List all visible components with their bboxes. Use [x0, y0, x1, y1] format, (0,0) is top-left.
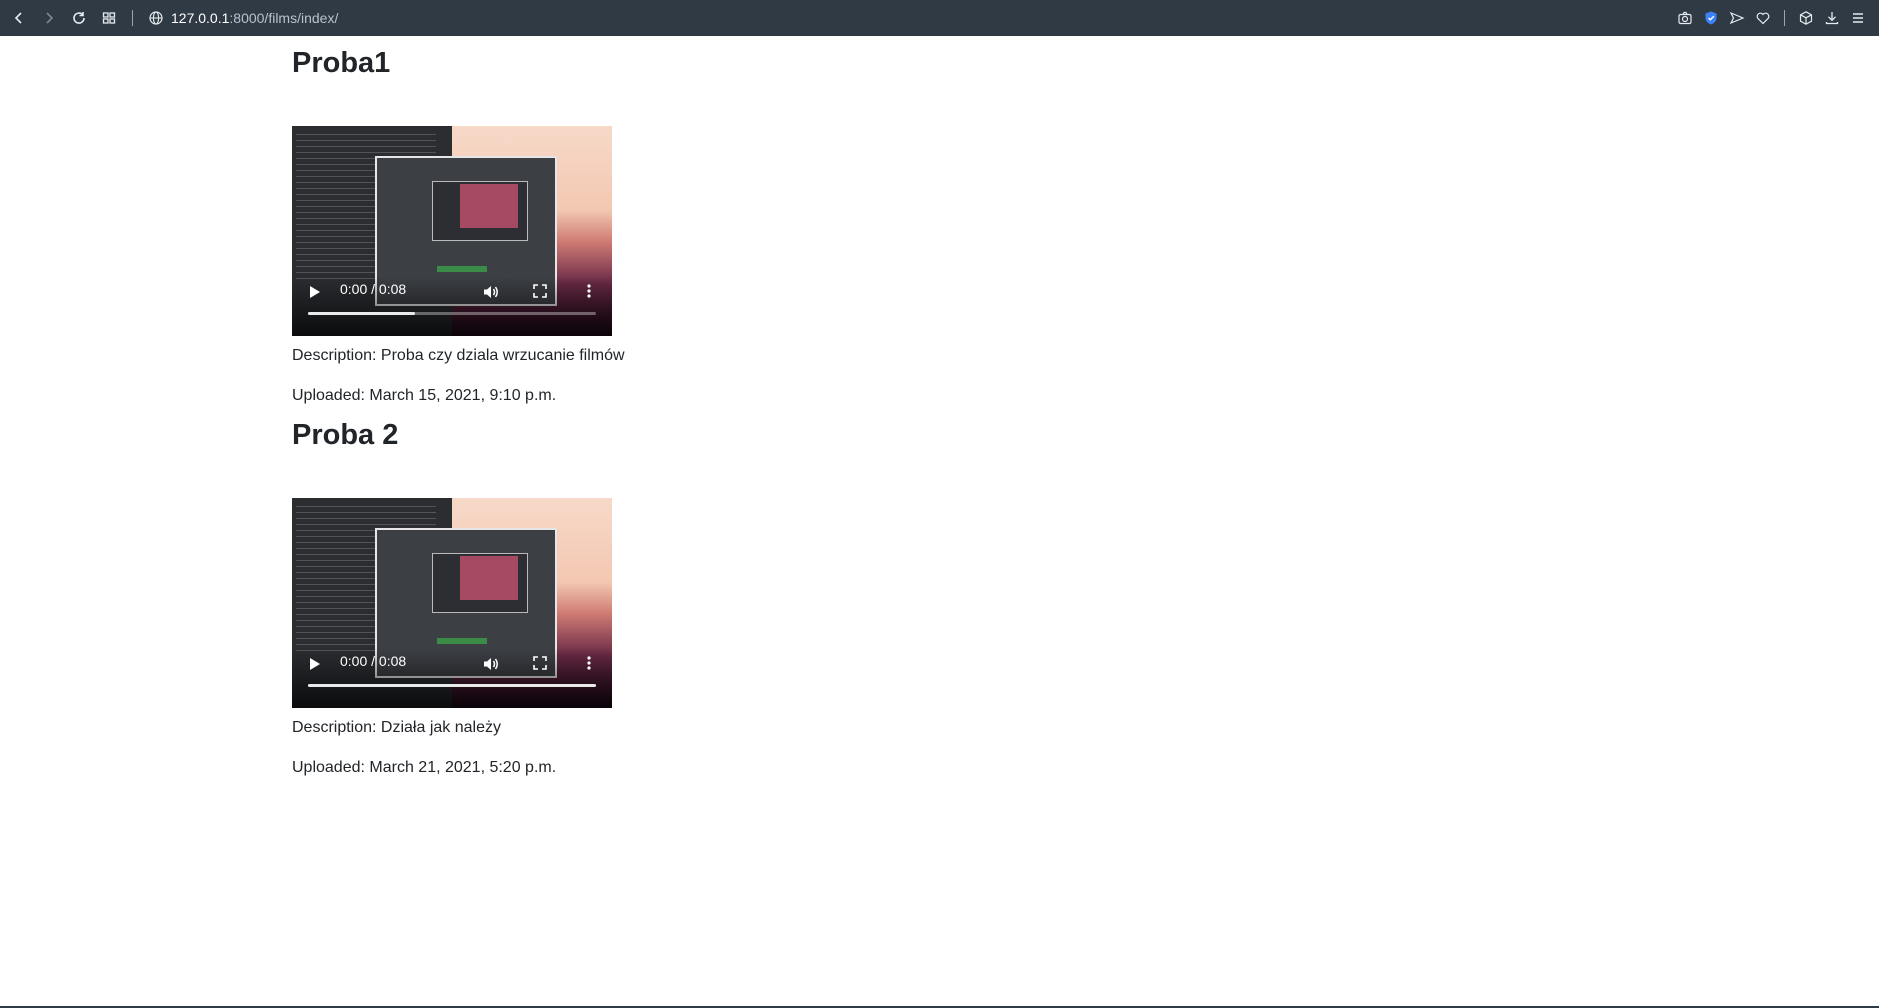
grid-icon	[102, 12, 116, 24]
video-buffered-fill	[308, 684, 596, 687]
back-arrow-icon	[14, 12, 22, 24]
url-path: :8000/films/index/	[229, 10, 339, 26]
back-button[interactable]	[4, 3, 34, 33]
nav-buttons: 127.0.0.1:8000/films/index/	[4, 3, 338, 33]
tabs-grid-button[interactable]	[94, 3, 124, 33]
reload-icon	[73, 12, 85, 24]
forward-arrow-icon	[46, 12, 54, 24]
url-host: 127.0.0.1	[171, 10, 230, 26]
film-description: Description: Proba czy dziala wrzucanie …	[292, 347, 625, 364]
video-progress-bar[interactable]	[308, 312, 596, 315]
play-icon[interactable]	[310, 286, 320, 298]
play-icon[interactable]	[310, 658, 320, 670]
favorites-button[interactable]	[1750, 3, 1776, 33]
camera-icon	[1678, 11, 1692, 25]
send-button[interactable]	[1724, 3, 1750, 33]
address-bar[interactable]: 127.0.0.1:8000/films/index/	[171, 10, 338, 26]
film-uploaded-date: Uploaded: March 15, 2021, 9:10 p.m.	[292, 387, 557, 404]
films-list: Proba1 0:00 / 0:08 Description: Proba cz…	[292, 36, 1392, 780]
fullscreen-icon[interactable]	[532, 655, 548, 671]
more-options-icon[interactable]	[585, 655, 593, 671]
vpn-shield-button[interactable]	[1698, 3, 1724, 33]
more-options-icon[interactable]	[585, 283, 593, 299]
browser-toolbar: 127.0.0.1:8000/films/index/	[0, 0, 1879, 36]
site-info-button[interactable]	[141, 3, 171, 33]
download-icon	[1825, 12, 1839, 25]
screenshot-button[interactable]	[1672, 3, 1698, 33]
video-player[interactable]: 0:00 / 0:08	[292, 498, 612, 708]
film-item: Proba1 0:00 / 0:08 Description: Proba cz…	[292, 46, 1392, 408]
globe-icon	[149, 11, 163, 25]
film-description: Description: Działa jak należy	[292, 719, 501, 736]
video-time: 0:00 / 0:08	[340, 653, 407, 669]
video-frame-window-nested	[460, 184, 518, 228]
film-title: Proba 2	[292, 419, 399, 451]
downloads-button[interactable]	[1819, 3, 1845, 33]
film-title: Proba1	[292, 47, 391, 79]
shield-icon	[1705, 11, 1717, 25]
forward-button[interactable]	[34, 3, 64, 33]
extensions-button[interactable]	[1793, 3, 1819, 33]
toolbar-actions	[1672, 3, 1871, 33]
video-time: 0:00 / 0:08	[340, 281, 407, 297]
video-frame-meter	[437, 638, 487, 644]
video-buffered-fill	[308, 312, 415, 315]
toolbar-separator-right	[1784, 10, 1785, 26]
volume-icon[interactable]	[482, 655, 500, 673]
video-frame-window-nested	[460, 556, 518, 600]
hamburger-menu-icon	[1853, 13, 1863, 23]
heart-icon	[1756, 12, 1770, 25]
video-player[interactable]: 0:00 / 0:08	[292, 126, 612, 336]
film-uploaded-date: Uploaded: March 21, 2021, 5:20 p.m.	[292, 759, 557, 776]
fullscreen-icon[interactable]	[532, 283, 548, 299]
menu-button[interactable]	[1845, 3, 1871, 33]
cube-icon	[1799, 11, 1813, 25]
reload-button[interactable]	[64, 3, 94, 33]
toolbar-separator	[132, 10, 133, 26]
video-progress-bar[interactable]	[308, 684, 596, 687]
video-frame-meter	[437, 266, 487, 272]
volume-icon[interactable]	[482, 283, 500, 301]
send-icon	[1729, 11, 1745, 25]
film-item: Proba 2 0:00 / 0:08 Description: Działa …	[292, 418, 1392, 780]
